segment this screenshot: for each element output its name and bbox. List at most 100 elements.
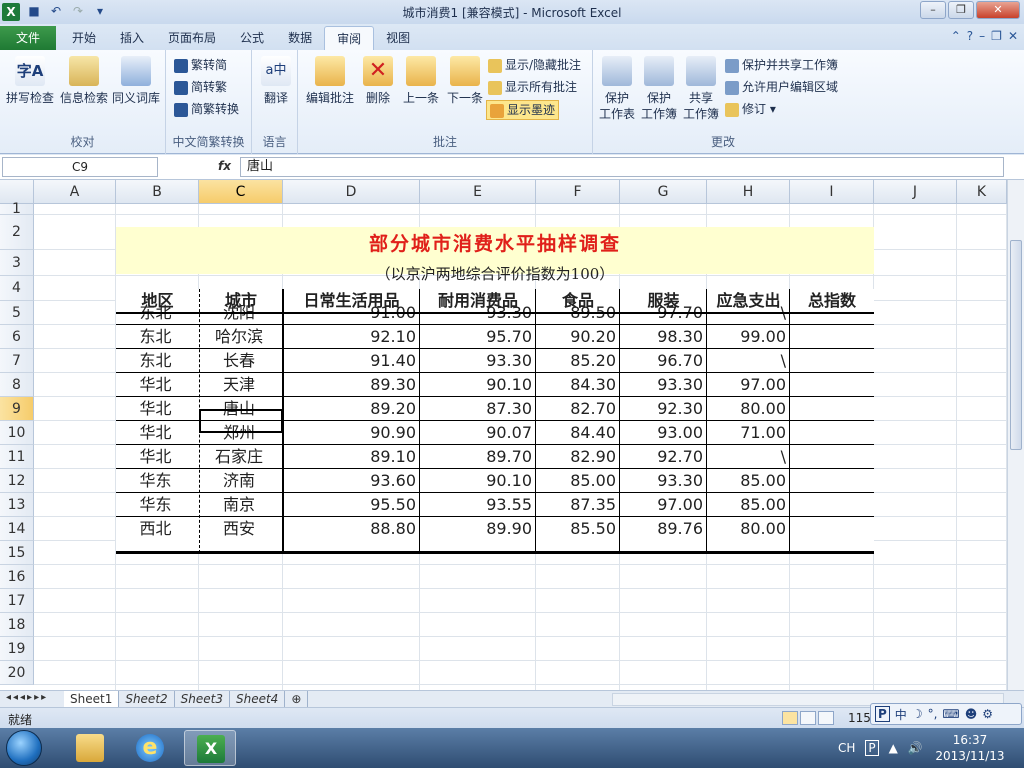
taskbar-ie[interactable]: e [124,730,176,766]
name-box[interactable]: C9 [2,157,158,177]
ime-logo-icon[interactable]: P [875,706,890,722]
tab-review[interactable]: 审阅 [324,26,375,50]
table-cell[interactable]: 98.30 [620,325,703,349]
column-header[interactable]: A [34,180,116,204]
table-cell[interactable]: 85.00 [707,493,786,517]
table-cell[interactable]: 89.76 [620,517,703,541]
column-header[interactable]: G [620,180,707,204]
show-hide-comment-button[interactable]: 显示/隐藏批注 [488,56,581,74]
show-ink-button[interactable]: 显示墨迹 [486,100,560,120]
table-cell[interactable]: 91.40 [283,349,416,373]
table-cell[interactable]: 85.20 [536,349,616,373]
show-hidden-icons-icon[interactable]: ▲ [889,741,898,755]
table-cell[interactable]: 89.10 [283,445,416,469]
column-header[interactable]: E [420,180,536,204]
protect-share-button[interactable]: 保护并共享工作簿 [725,56,838,74]
close-button[interactable]: ✕ [976,1,1020,19]
table-cell[interactable]: 东北 [116,325,195,349]
sheet-tab[interactable]: Sheet4 [230,691,286,707]
table-cell[interactable]: 西北 [116,517,195,541]
doc-restore-icon[interactable]: ❐ [991,29,1002,43]
table-cell[interactable] [790,517,870,541]
table-cell[interactable]: 90.07 [420,421,532,445]
protect-sheet-button[interactable]: 保护 工作表 [597,56,637,122]
table-cell[interactable]: 哈尔滨 [199,325,279,349]
table-cell[interactable]: 95.50 [283,493,416,517]
column-header[interactable]: H [707,180,790,204]
column-header[interactable]: B [116,180,199,204]
ime-punct-icon[interactable]: °, [928,707,938,721]
chinese-convert-button[interactable]: 简繁转换 [174,100,239,118]
table-cell[interactable]: 西安 [199,517,279,541]
normal-view-button[interactable] [782,711,798,725]
ime-tray-icon[interactable]: P [865,740,879,756]
table-cell[interactable]: 华东 [116,469,195,493]
sheet-nav-arrows[interactable]: ◂◂◂▸▸▸ [6,692,48,703]
table-cell[interactable] [790,469,870,493]
table-cell[interactable] [790,373,870,397]
table-cell[interactable]: 97.00 [620,493,703,517]
table-cell[interactable]: 华北 [116,373,195,397]
row-header[interactable]: 17 [0,589,34,613]
ime-settings-icon[interactable]: ⚙ [982,707,993,721]
ime-lang-toggle[interactable]: 中 [895,706,907,723]
start-button[interactable] [6,730,42,766]
sheet-tab[interactable]: Sheet2 [119,691,175,707]
row-header[interactable]: 8 [0,373,34,397]
table-cell[interactable]: 93.30 [620,373,703,397]
minimize-button[interactable]: – [920,1,946,19]
ribbon-collapse-icon[interactable]: ⌃ [951,29,961,43]
row-header[interactable]: 3 [0,250,34,276]
tab-home[interactable]: 开始 [60,26,108,50]
table-cell[interactable] [790,325,870,349]
vertical-scrollbar[interactable] [1007,180,1024,690]
table-cell[interactable]: 87.30 [420,397,532,421]
row-header[interactable]: 19 [0,637,34,661]
tab-view[interactable]: 视图 [374,26,422,50]
translate-button[interactable]: a中 翻译 [256,56,296,106]
ime-moon-icon[interactable]: ☽ [912,707,923,721]
protect-workbook-button[interactable]: 保护 工作簿 [639,56,679,122]
row-header[interactable]: 20 [0,661,34,685]
table-cell[interactable]: 石家庄 [199,445,279,469]
to-traditional-button[interactable]: 简转繁 [174,78,227,96]
table-cell[interactable]: 80.00 [707,397,786,421]
table-cell[interactable]: 80.00 [707,517,786,541]
table-cell[interactable]: 90.20 [536,325,616,349]
table-cell[interactable]: 93.00 [620,421,703,445]
table-cell[interactable] [790,349,870,373]
page-layout-view-button[interactable] [800,711,816,725]
table-cell[interactable] [790,493,870,517]
table-cell[interactable]: 93.30 [420,349,532,373]
table-cell[interactable]: 89.30 [283,373,416,397]
table-cell[interactable]: 东北 [116,349,195,373]
tab-insert[interactable]: 插入 [108,26,156,50]
tab-data[interactable]: 数据 [276,26,324,50]
row-header[interactable]: 9 [0,397,34,421]
table-cell[interactable]: 92.30 [620,397,703,421]
selected-cell[interactable] [199,409,283,433]
taskbar-explorer[interactable] [64,730,116,766]
thesaurus-button[interactable]: 同义词库 [110,56,162,106]
maximize-button[interactable]: ❐ [948,1,974,19]
tab-file[interactable]: 文件 [0,26,56,50]
table-cell[interactable] [790,445,870,469]
sheet-tab[interactable]: Sheet3 [175,691,230,707]
table-cell[interactable]: 88.80 [283,517,416,541]
table-cell[interactable]: 85.00 [536,469,616,493]
row-header[interactable]: 2 [0,215,34,250]
table-cell[interactable]: 89.70 [420,445,532,469]
zoom-level[interactable]: 115 [848,711,871,725]
table-cell[interactable]: 90.10 [420,373,532,397]
insert-sheet-icon[interactable]: ⊕ [285,691,309,707]
column-header[interactable]: F [536,180,620,204]
share-workbook-button[interactable]: 共享 工作簿 [681,56,721,122]
taskbar-excel[interactable]: X [184,730,236,766]
row-header[interactable]: 10 [0,421,34,445]
table-cell[interactable]: 85.00 [707,469,786,493]
help-icon[interactable]: ? [967,29,973,43]
table-cell[interactable]: 92.70 [620,445,703,469]
column-header[interactable]: K [957,180,1007,204]
table-cell[interactable]: 长春 [199,349,279,373]
table-cell[interactable]: 华北 [116,445,195,469]
